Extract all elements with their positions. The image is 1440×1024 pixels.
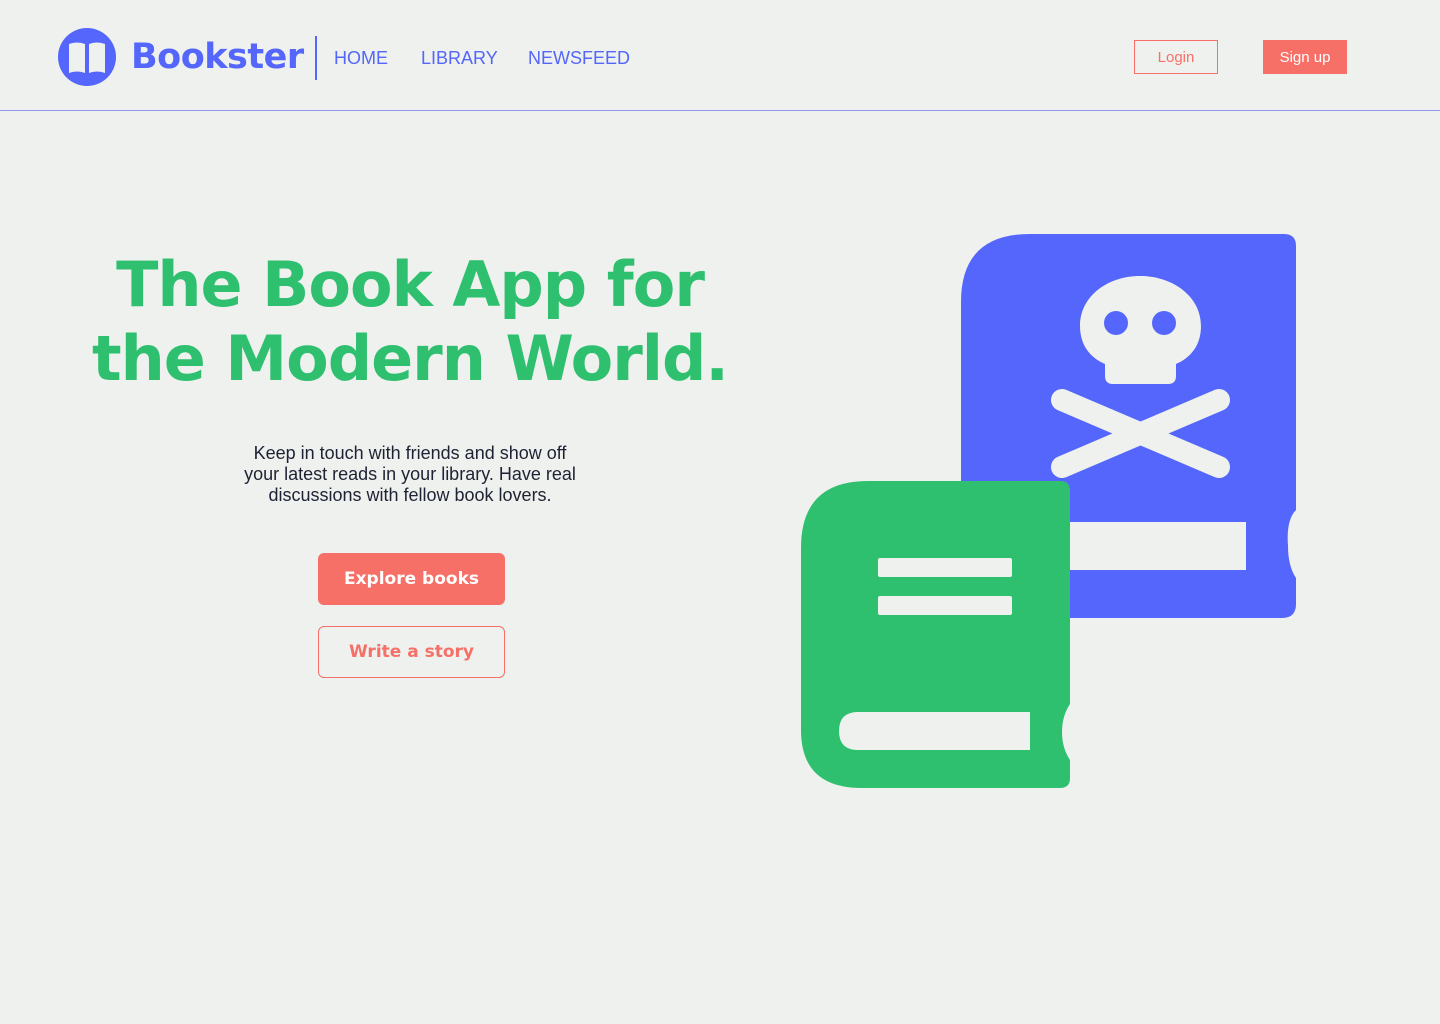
book-icon bbox=[801, 481, 1070, 788]
brand-name[interactable]: Bookster bbox=[131, 36, 304, 78]
write-story-button[interactable]: Write a story bbox=[318, 626, 505, 678]
nav-link-newsfeed[interactable]: NEWSFEED bbox=[528, 46, 630, 70]
open-book-icon[interactable] bbox=[58, 28, 116, 86]
nav-link-library[interactable]: LIBRARY bbox=[421, 46, 498, 70]
hero-subtitle-line-2: your latest reads in your library. Have … bbox=[244, 464, 576, 484]
nav-link-home[interactable]: HOME bbox=[334, 46, 388, 70]
explore-books-button[interactable]: Explore books bbox=[318, 553, 505, 605]
signup-button[interactable]: Sign up bbox=[1263, 40, 1347, 74]
hero-subtitle-line-1: Keep in touch with friends and show off bbox=[253, 443, 567, 463]
login-button[interactable]: Login bbox=[1134, 40, 1218, 74]
hero-title: The Book App for the Modern World. bbox=[60, 248, 760, 396]
hero-subtitle: Keep in touch with friends and show off … bbox=[200, 443, 620, 506]
hero-subtitle-line-3: discussions with fellow book lovers. bbox=[268, 485, 552, 505]
hero-title-line-2: the Modern World. bbox=[92, 322, 729, 395]
hero-title-line-1: The Book App for bbox=[116, 248, 705, 321]
landing-page: Bookster HOME LIBRARY NEWSFEED Login Sig… bbox=[0, 0, 1440, 1024]
nav-divider bbox=[315, 36, 317, 80]
site-header: Bookster HOME LIBRARY NEWSFEED Login Sig… bbox=[0, 0, 1440, 111]
books-illustration bbox=[801, 234, 1296, 788]
